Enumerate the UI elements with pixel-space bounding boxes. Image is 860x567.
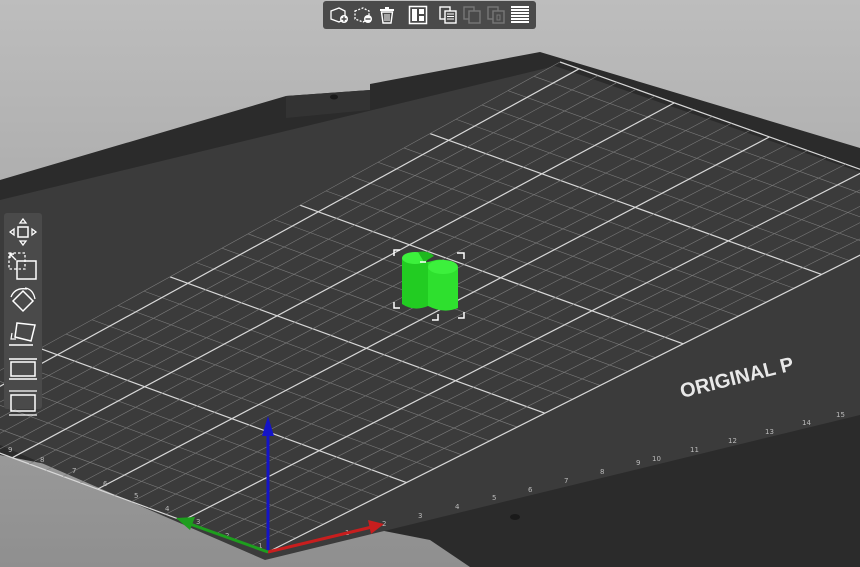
place-on-face-button[interactable] [6, 319, 40, 349]
paste-button[interactable] [462, 4, 482, 26]
x-tick: 13 [765, 428, 774, 436]
scale-icon [8, 252, 37, 280]
x-tick: 11 [690, 446, 699, 454]
rotate-button[interactable] [6, 285, 40, 315]
copy-icon [439, 6, 457, 24]
cut-icon [9, 358, 37, 380]
delete-all-icon [380, 7, 394, 24]
x-tick: 4 [455, 503, 460, 511]
x-tick: 7 [564, 477, 568, 485]
x-tick: 8 [600, 468, 604, 476]
x-tick: 6 [528, 486, 533, 494]
move-button[interactable] [6, 217, 40, 247]
x-tick: 10 [652, 455, 661, 463]
bed-hole [330, 94, 338, 100]
x-tick: 15 [836, 411, 845, 419]
move-icon [8, 217, 38, 247]
instance-button[interactable] [486, 4, 506, 26]
place-on-face-icon [9, 322, 36, 346]
delete-button[interactable] [353, 4, 373, 26]
arrange-icon [408, 5, 427, 25]
delete-icon [354, 7, 372, 23]
support-paint-button[interactable] [6, 387, 40, 417]
cut-button[interactable] [6, 353, 40, 383]
paste-icon [463, 6, 481, 24]
y-tick: 5 [134, 492, 138, 500]
y-tick: 8 [40, 456, 44, 464]
rotate-icon [10, 287, 36, 313]
x-tick: 14 [802, 419, 811, 427]
top-toolbar [323, 1, 536, 29]
x-tick: 9 [636, 459, 640, 467]
left-toolbar [4, 213, 42, 416]
instance-icon [487, 6, 505, 24]
support-paint-icon [9, 390, 37, 416]
app-window: ORIGINAL P 1 2 3 4 5 6 7 8 9 10 11 12 13… [0, 0, 860, 567]
y-tick: 6 [103, 480, 108, 488]
y-tick: 9 [8, 446, 12, 454]
bed-hole [510, 514, 520, 520]
x-tick: 12 [728, 437, 737, 445]
y-tick: 3 [196, 518, 200, 526]
x-tick: 5 [492, 494, 496, 502]
delete-all-button[interactable] [377, 4, 397, 26]
layers-icon [511, 6, 529, 23]
y-tick: 7 [72, 467, 76, 475]
layers-button[interactable] [510, 4, 530, 26]
copy-button[interactable] [438, 4, 458, 26]
add-icon [330, 7, 348, 23]
add-button[interactable] [329, 4, 349, 26]
y-tick: 4 [165, 505, 170, 513]
arrange-button[interactable] [408, 4, 428, 26]
x-tick: 3 [418, 512, 422, 520]
scale-button[interactable] [6, 251, 40, 281]
3d-viewport[interactable]: ORIGINAL P 1 2 3 4 5 6 7 8 9 10 11 12 13… [0, 0, 860, 567]
